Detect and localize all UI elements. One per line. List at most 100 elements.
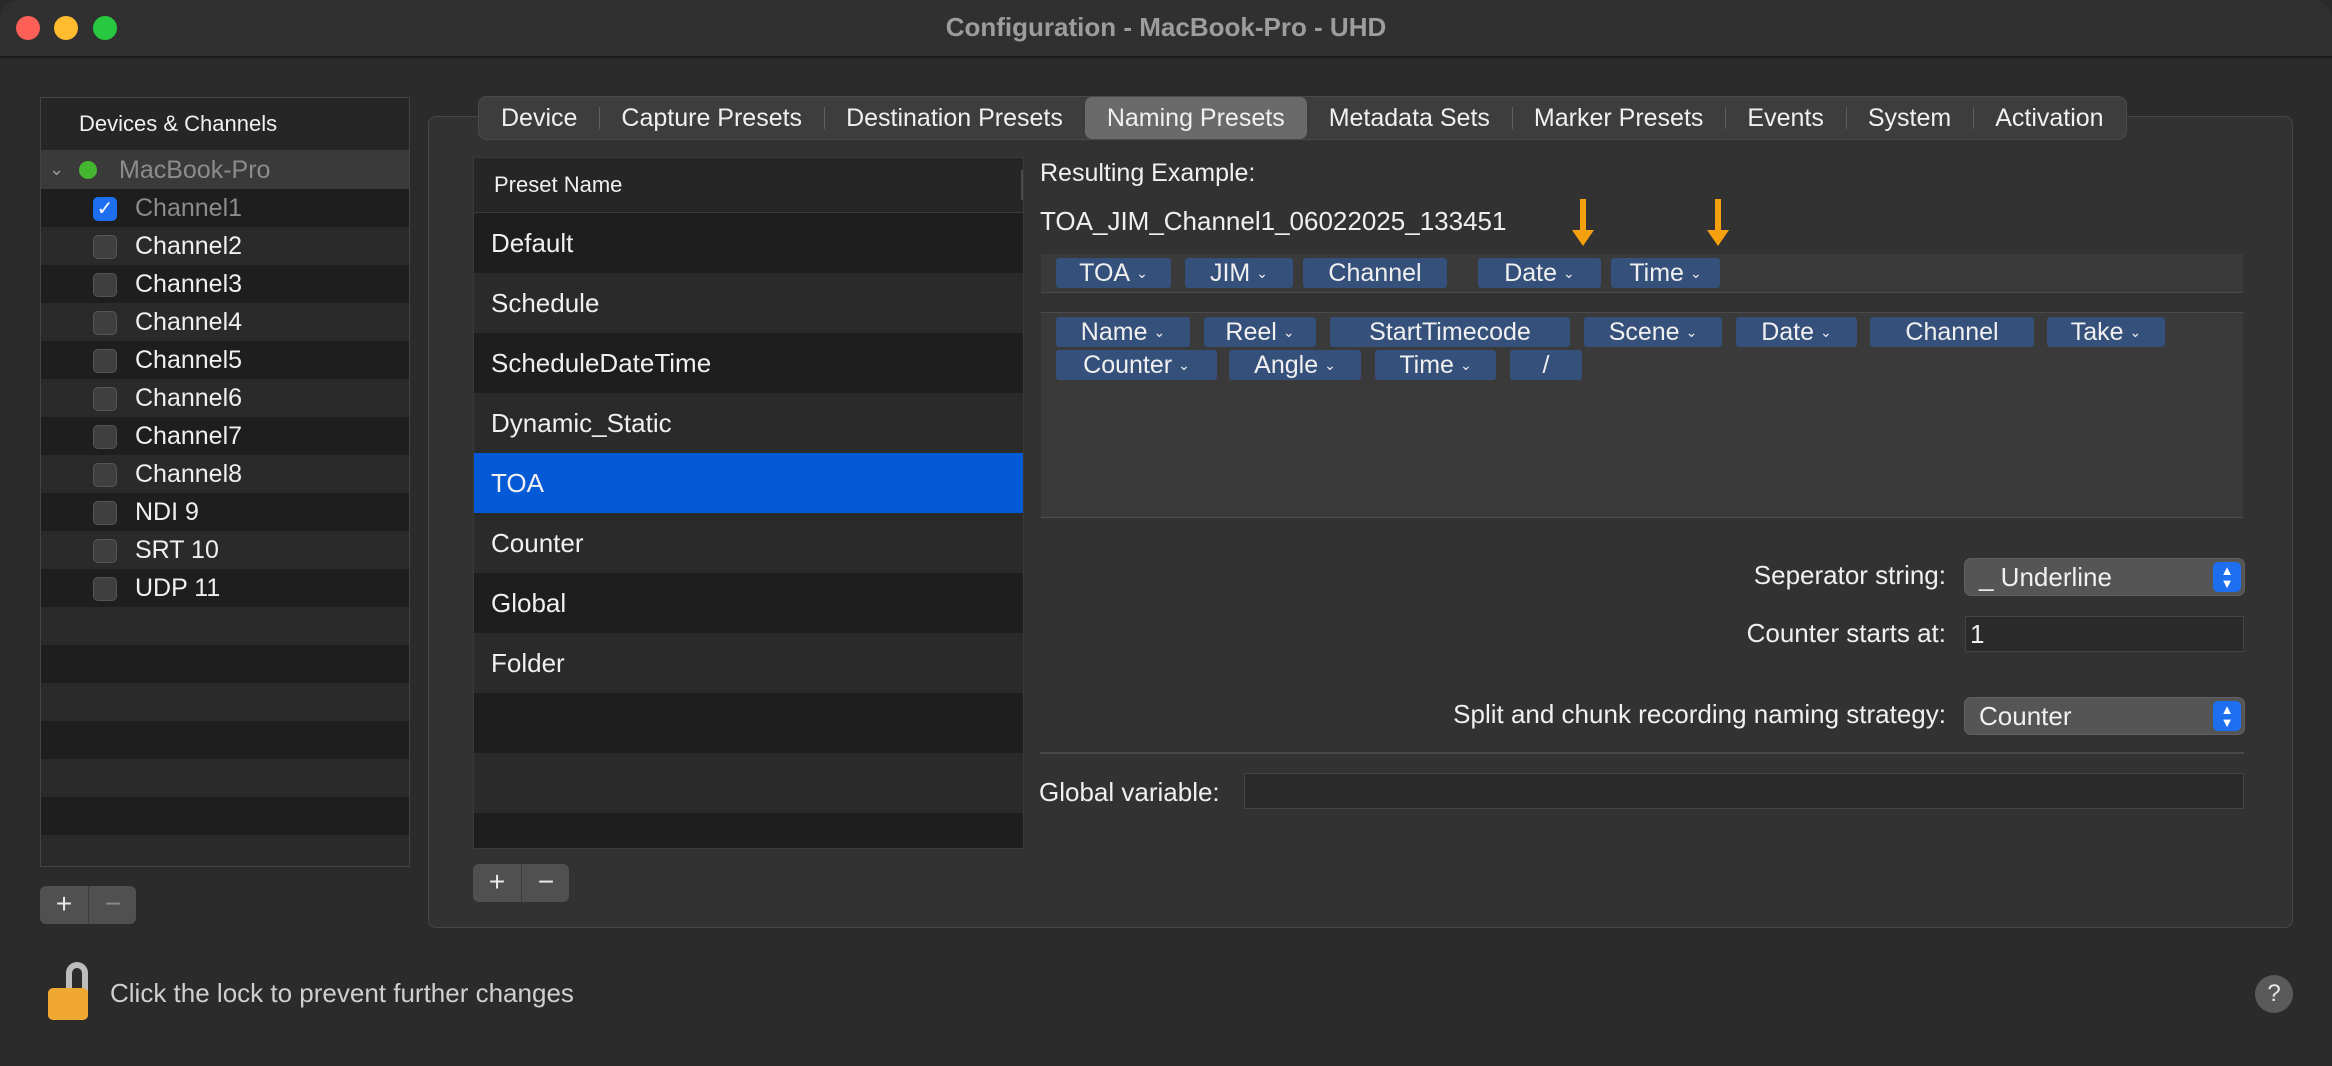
preset-list-item[interactable]: Counter: [474, 513, 1023, 573]
preset-list-item[interactable]: Folder: [474, 633, 1023, 693]
chevron-down-icon[interactable]: ⌄: [1563, 265, 1575, 281]
checkbox-check-icon[interactable]: ✓: [93, 197, 117, 221]
lock-open-icon[interactable]: [48, 962, 88, 1022]
channel-checkbox[interactable]: [93, 311, 117, 335]
chevron-down-icon[interactable]: ⌄: [2130, 324, 2142, 340]
chevron-down-icon[interactable]: ⌄: [1324, 357, 1336, 373]
token-name[interactable]: Name ⌄: [1056, 317, 1190, 347]
add-preset-button[interactable]: +: [473, 864, 521, 902]
sidebar-item-channel[interactable]: Channel2: [41, 227, 409, 265]
token-label: Angle: [1254, 351, 1319, 379]
chevron-down-icon[interactable]: ⌄: [1460, 357, 1472, 373]
token-date[interactable]: Date ⌄: [1736, 317, 1857, 347]
channel-checkbox[interactable]: [93, 539, 117, 563]
tab-destination-presets[interactable]: Destination Presets: [824, 97, 1085, 139]
channel-checkbox[interactable]: [93, 235, 117, 259]
sidebar-item-channel[interactable]: UDP 11: [41, 569, 409, 607]
remove-preset-button[interactable]: −: [521, 864, 570, 902]
token-date[interactable]: Date ⌄: [1478, 258, 1601, 288]
channel-checkbox[interactable]: [93, 387, 117, 411]
sidebar-item-channel[interactable]: Channel4: [41, 303, 409, 341]
selected-tokens-field[interactable]: TOA ⌄ JIM ⌄ Channel Date ⌄ Time ⌄: [1041, 254, 2243, 293]
separator-string-popup[interactable]: _ Underline ▲ ▼: [1964, 558, 2245, 596]
title-bar: Configuration - MacBook-Pro - UHD: [0, 0, 2332, 58]
chevron-down-icon[interactable]: ⌄: [1820, 324, 1832, 340]
channel-checkbox[interactable]: [93, 577, 117, 601]
token-channel[interactable]: Channel: [1303, 258, 1447, 288]
preset-list-header: Preset Name: [474, 158, 1023, 213]
token-starttimecode[interactable]: StartTimecode: [1330, 317, 1570, 347]
channel-checkbox[interactable]: [93, 273, 117, 297]
sidebar-item-channel[interactable]: SRT 10: [41, 531, 409, 569]
token-jim[interactable]: JIM ⌄: [1185, 258, 1293, 288]
preset-empty-row: [474, 753, 1023, 813]
channel-label: Channel7: [135, 422, 243, 450]
remove-channel-button[interactable]: −: [88, 886, 137, 924]
tab-capture-presets[interactable]: Capture Presets: [599, 97, 824, 139]
chevron-down-icon[interactable]: ⌄: [1283, 324, 1295, 340]
sidebar-item-channel[interactable]: ✓ Channel1: [41, 189, 409, 227]
chevron-down-icon[interactable]: ⌄: [1153, 324, 1165, 340]
chevron-down-icon[interactable]: ⌄: [1686, 324, 1698, 340]
tab-events[interactable]: Events: [1725, 97, 1845, 139]
channel-label: NDI 9: [135, 498, 199, 526]
sidebar-item-channel[interactable]: Channel7: [41, 417, 409, 455]
channel-checkbox[interactable]: [93, 425, 117, 449]
preset-list-item[interactable]: Schedule: [474, 273, 1023, 333]
sidebar-item-channel[interactable]: Channel3: [41, 265, 409, 303]
sidebar-item-channel[interactable]: Channel5: [41, 341, 409, 379]
global-variable-field[interactable]: [1244, 773, 2244, 809]
token-slash[interactable]: /: [1510, 350, 1582, 380]
sidebar-item-channel[interactable]: NDI 9: [41, 493, 409, 531]
token-time[interactable]: Time ⌄: [1611, 258, 1720, 288]
tab-device[interactable]: Device: [479, 97, 599, 139]
chevron-down-icon[interactable]: ⌄: [1136, 265, 1148, 281]
preset-list-item[interactable]: ScheduleDateTime: [474, 333, 1023, 393]
split-chunk-strategy-value: Counter: [1979, 701, 2072, 731]
available-tokens-field[interactable]: Name ⌄ Reel ⌄ StartTimecode Scene ⌄ Date ⌄ Channe…: [1041, 312, 2243, 518]
token-counter[interactable]: Counter ⌄: [1056, 350, 1217, 380]
channel-checkbox[interactable]: [93, 501, 117, 525]
separator-string-label: Seperator string:: [1753, 560, 1946, 590]
split-chunk-strategy-popup[interactable]: Counter ▲ ▼: [1964, 697, 2245, 735]
devices-channels-sidebar: Devices & Channels ⌄ MacBook-Pro ✓ Channe…: [40, 97, 410, 867]
arrow-down-icon-head: [1707, 230, 1729, 246]
sidebar-item-channel[interactable]: Channel6: [41, 379, 409, 417]
add-channel-button[interactable]: +: [40, 886, 88, 924]
sidebar-empty-row: [41, 759, 409, 797]
chevron-down-icon[interactable]: ⌄: [1178, 357, 1190, 373]
split-chunk-strategy-label: Split and chunk recording naming strateg…: [1453, 699, 1946, 729]
tab-marker-presets[interactable]: Marker Presets: [1511, 97, 1725, 139]
preset-list-item[interactable]: Default: [474, 213, 1023, 273]
tab-system[interactable]: System: [1845, 97, 1973, 139]
preset-list-item[interactable]: Dynamic_Static: [474, 393, 1023, 453]
counter-starts-field[interactable]: 1: [1965, 616, 2244, 652]
chevron-down-icon[interactable]: ⌄: [1256, 265, 1268, 281]
preset-list-item[interactable]: TOA: [474, 453, 1023, 513]
token-channel[interactable]: Channel: [1870, 317, 2034, 347]
token-angle[interactable]: Angle ⌄: [1229, 350, 1361, 380]
disclosure-chevron-icon[interactable]: ⌄: [49, 159, 64, 180]
token-time[interactable]: Time ⌄: [1375, 350, 1496, 380]
tab-metadata-sets[interactable]: Metadata Sets: [1307, 97, 1512, 139]
token-scene[interactable]: Scene ⌄: [1584, 317, 1722, 347]
tab-activation[interactable]: Activation: [1973, 97, 2125, 139]
sidebar-item-channel[interactable]: Channel8: [41, 455, 409, 493]
help-icon[interactable]: ?: [2255, 975, 2293, 1013]
sidebar-device-row[interactable]: ⌄ MacBook-Pro: [41, 151, 409, 189]
channel-checkbox[interactable]: [93, 349, 117, 373]
token-reel[interactable]: Reel ⌄: [1204, 317, 1316, 347]
token-take[interactable]: Take ⌄: [2047, 317, 2165, 347]
chevron-down-icon[interactable]: ⌄: [1690, 265, 1702, 281]
preset-name-column-header[interactable]: Preset Name: [494, 172, 622, 197]
window-title: Configuration - MacBook-Pro - UHD: [945, 12, 1387, 42]
preset-list-item[interactable]: Global: [474, 573, 1023, 633]
lock-body: [48, 988, 88, 1020]
column-divider: [1021, 170, 1023, 200]
token-toa[interactable]: TOA ⌄: [1056, 258, 1171, 288]
tab-naming-presets[interactable]: Naming Presets: [1084, 97, 1307, 139]
channel-checkbox[interactable]: [93, 463, 117, 487]
token-label: Take: [2070, 318, 2124, 346]
configuration-window: Configuration - MacBook-Pro - UHD Device…: [0, 0, 2332, 1066]
sidebar-empty-row: [41, 797, 409, 835]
